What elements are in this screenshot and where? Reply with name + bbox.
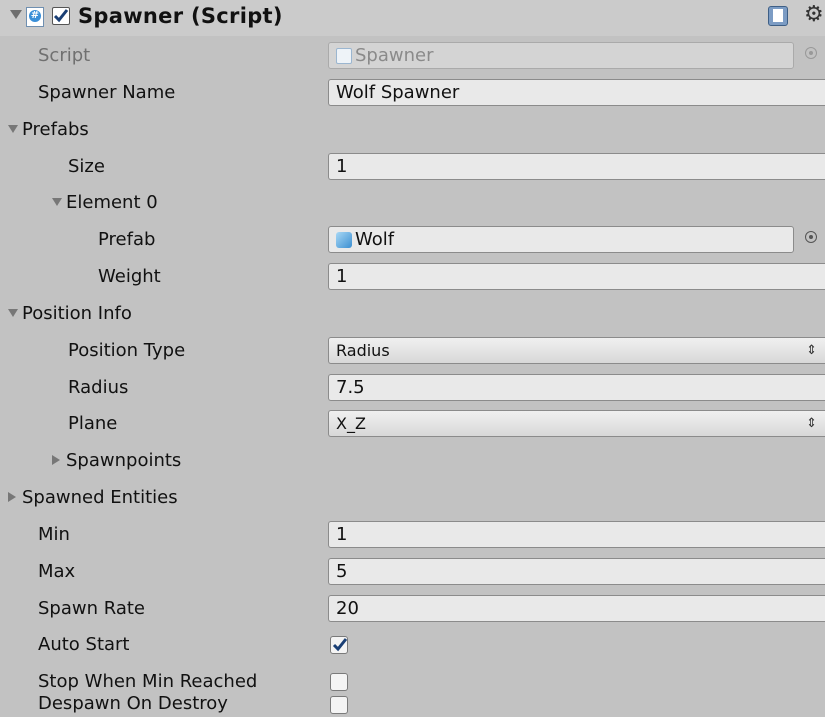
expanded-triangle-icon [8,125,18,133]
component-header: # Spawner (Script) ⚙ [0,0,825,36]
weight-input[interactable]: 1 [328,263,825,290]
spawned-entities-label: Spawned Entities [22,487,178,508]
gear-icon[interactable]: ⚙ [804,2,824,27]
stop-when-min-reached-checkbox[interactable] [330,673,348,691]
row-spawnpoints[interactable]: Spawnpoints [0,443,825,480]
auto-start-checkbox[interactable] [330,636,348,654]
expanded-triangle-icon [52,198,62,206]
spawned-entities-foldout[interactable]: Spawned Entities [8,487,178,508]
row-radius: Radius 7.5 [0,370,825,407]
up-down-arrow-icon: ⇕ [806,416,817,431]
csharp-script-icon: # [26,7,44,27]
row-despawn-on-destroy: Despawn On Destroy [0,690,825,717]
max-input[interactable]: 5 [328,558,825,585]
row-spawn-rate: Spawn Rate 20 [0,591,825,628]
up-down-arrow-icon: ⇕ [806,343,817,358]
spawnpoints-label: Spawnpoints [66,450,182,471]
despawn-on-destroy-label: Despawn On Destroy [38,693,228,714]
checkmark-icon [332,638,348,652]
spawn-rate-label: Spawn Rate [38,598,146,619]
weight-label: Weight [98,266,161,287]
row-max: Max 5 [0,554,825,591]
spawnpoints-foldout[interactable]: Spawnpoints [52,450,181,471]
row-prefab: Prefab Wolf [0,222,825,259]
row-plane: Plane X_Z ⇕ [0,406,825,443]
row-size: Size 1 [0,149,825,186]
cube-icon [336,232,352,248]
checkmark-icon [53,9,69,23]
object-picker-icon[interactable] [805,231,817,243]
row-auto-start: Auto Start [0,627,825,664]
help-book-icon[interactable] [768,6,788,26]
prefab-label: Prefab [98,229,156,250]
position-type-value: Radius [336,341,390,360]
spawner-name-input[interactable]: Wolf Spawner [328,79,825,106]
position-type-label: Position Type [68,340,186,361]
plane-label: Plane [68,413,118,434]
row-weight: Weight 1 [0,259,825,296]
radius-label: Radius [68,377,129,398]
row-position-info[interactable]: Position Info [0,296,825,333]
min-input[interactable]: 1 [328,521,825,548]
stop-when-min-reached-label: Stop When Min Reached [38,671,258,692]
row-prefabs[interactable]: Prefabs [0,112,825,149]
prefab-object-field[interactable]: Wolf [328,226,794,253]
row-spawned-entities[interactable]: Spawned Entities [0,480,825,517]
despawn-on-destroy-checkbox[interactable] [330,696,348,714]
spawner-name-label: Spawner Name [38,82,176,103]
prefabs-label: Prefabs [22,119,89,140]
plane-value: X_Z [336,414,366,433]
spawn-rate-input[interactable]: 20 [328,595,825,622]
script-label: Script [38,45,91,66]
script-field: Spawner [328,42,794,69]
row-spawner-name: Spawner Name Wolf Spawner [0,75,825,112]
element-0-label: Element 0 [66,192,158,213]
prefabs-foldout[interactable]: Prefabs [8,119,89,140]
plane-dropdown[interactable]: X_Z ⇕ [328,410,825,437]
row-element-0[interactable]: Element 0 [0,185,825,222]
min-label: Min [38,524,70,545]
expanded-triangle-icon [8,309,18,317]
position-info-foldout[interactable]: Position Info [8,303,132,324]
position-info-label: Position Info [22,303,132,324]
component-title: Spawner (Script) [78,4,283,28]
position-type-dropdown[interactable]: Radius ⇕ [328,337,825,364]
auto-start-label: Auto Start [38,634,130,655]
row-position-type: Position Type Radius ⇕ [0,333,825,370]
radius-input[interactable]: 7.5 [328,374,825,401]
max-label: Max [38,561,76,582]
collapsed-triangle-icon [52,455,60,465]
foldout-triangle-icon[interactable] [10,10,22,19]
row-min: Min 1 [0,517,825,554]
element-0-foldout[interactable]: Element 0 [52,192,158,213]
size-input[interactable]: 1 [328,153,825,180]
object-picker-icon [805,47,817,59]
collapsed-triangle-icon [8,492,16,502]
script-value: Spawner [355,45,434,66]
component-enabled-checkbox[interactable] [52,7,70,25]
size-label: Size [68,156,105,177]
row-script: Script Spawner [0,38,825,75]
csharp-script-icon [336,48,352,64]
prefab-value: Wolf [355,229,395,250]
